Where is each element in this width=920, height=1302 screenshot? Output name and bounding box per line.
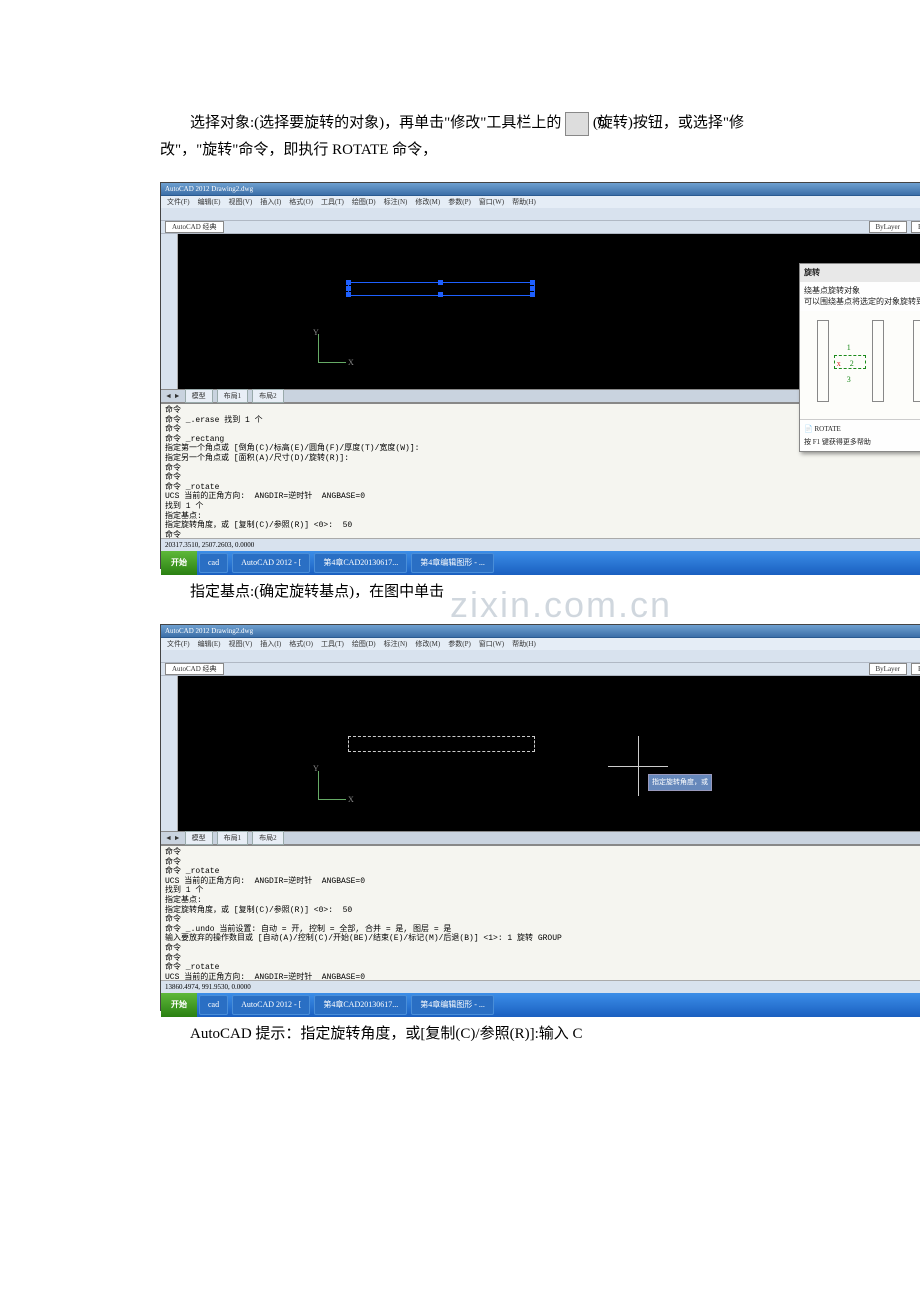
standard-toolbar	[161, 208, 920, 221]
paragraph-1: 选择对象:(选择要旋转的对象)，再单击"修改"工具栏上的 ↻ (旋转)按钮，或选…	[160, 110, 760, 164]
menu-tools[interactable]: 工具(T)	[321, 196, 344, 209]
bylayer-combo-1[interactable]: ByLayer	[869, 221, 908, 233]
menu-bar: 文件(F) 编辑(E) 视图(V) 插入(I) 格式(O) 工具(T) 绘图(D…	[161, 196, 920, 208]
tab-model[interactable]: 模型	[185, 831, 213, 846]
menu-dim[interactable]: 标注(N)	[384, 638, 408, 651]
tab-layout1[interactable]: 布局1	[217, 389, 249, 404]
drawing-canvas[interactable]: 指定旋转角度，或 Y X	[161, 676, 920, 831]
menu-file[interactable]: 文件(F)	[167, 196, 190, 209]
app-title: AutoCAD 2012 Drawing2.dwg	[165, 625, 253, 638]
taskbar-item[interactable]: cad	[199, 553, 228, 573]
taskbar-item[interactable]: AutoCAD 2012 - [	[232, 995, 310, 1015]
menu-tools[interactable]: 工具(T)	[321, 638, 344, 651]
menu-view[interactable]: 视图(V)	[229, 196, 253, 209]
start-button[interactable]: 开始	[161, 993, 197, 1017]
menu-modify[interactable]: 修改(M)	[415, 638, 440, 651]
menu-modify[interactable]: 修改(M)	[415, 196, 440, 209]
tooltip-cmd: ROTATE	[814, 425, 840, 433]
rotate-icon: ↻	[565, 112, 589, 136]
menu-edit[interactable]: 编辑(E)	[198, 638, 221, 651]
menu-help[interactable]: 帮助(H)	[512, 638, 536, 651]
tooltip-subtitle: 绕基点旋转对象	[804, 286, 920, 296]
taskbar-item[interactable]: AutoCAD 2012 - [	[232, 553, 310, 573]
title-bar: AutoCAD 2012 Drawing2.dwg	[161, 625, 920, 638]
menu-param[interactable]: 参数(P)	[448, 638, 471, 651]
workspace-combo[interactable]: AutoCAD 经典	[165, 663, 224, 675]
bylayer-combo[interactable]: ByLayer	[911, 663, 920, 675]
menu-view[interactable]: 视图(V)	[229, 638, 253, 651]
menu-param[interactable]: 参数(P)	[448, 196, 471, 209]
status-bar: 13860.4974, 991.9530, 0.0000	[161, 980, 920, 993]
menu-draw[interactable]: 绘图(D)	[352, 196, 376, 209]
bylayer-combo-2[interactable]: ByLayer	[911, 221, 920, 233]
layer-toolbar: AutoCAD 经典 ByLayer ByLayer ByLayer	[161, 663, 920, 676]
menu-window[interactable]: 窗口(W)	[479, 638, 504, 651]
menu-insert[interactable]: 插入(I)	[260, 638, 281, 651]
screenshot-2: AutoCAD 2012 Drawing2.dwg 文件(F) 编辑(E) 视图…	[160, 624, 920, 1011]
workspace-combo[interactable]: AutoCAD 经典	[165, 221, 224, 233]
coords-readout: 20317.3510, 2507.2603, 0.0000	[165, 539, 254, 552]
command-window[interactable]: 命令 命令 命令 _rotate UCS 当前的正角方向: ANGDIR=逆时针…	[161, 844, 920, 980]
tab-layout2[interactable]: 布局2	[252, 389, 284, 404]
tab-model[interactable]: 模型	[185, 389, 213, 404]
bylayer-combo[interactable]: ByLayer	[869, 663, 908, 675]
grip-icon[interactable]	[346, 286, 351, 291]
axis-y-label: Y	[313, 762, 319, 776]
layer-toolbar: AutoCAD 经典 ByLayer ByLayer ByLayer	[161, 221, 920, 234]
tooltip-diagram: 1 2 x 3	[800, 311, 920, 419]
grip-icon[interactable]	[438, 280, 443, 285]
taskbar-item[interactable]: 第4章编辑图形 - ...	[411, 553, 494, 573]
axis-x-label: X	[348, 356, 354, 370]
menu-format[interactable]: 格式(O)	[289, 638, 313, 651]
menu-format[interactable]: 格式(O)	[289, 196, 313, 209]
draw-toolbar	[161, 676, 178, 831]
status-bar: 20317.3510, 2507.2603, 0.0000	[161, 538, 920, 551]
draw-toolbar	[161, 234, 178, 389]
menu-help[interactable]: 帮助(H)	[512, 196, 536, 209]
paragraph-2: 指定基点:(确定旋转基点)，在图中单击	[190, 584, 444, 600]
grip-icon[interactable]	[346, 292, 351, 297]
tab-layout1[interactable]: 布局1	[217, 831, 249, 846]
tab-layout2[interactable]: 布局2	[252, 831, 284, 846]
rotate-tooltip: 旋转 绕基点旋转对象 可以围绕基点将选定的对象旋转到一个绝对的角度。 1 2 x…	[799, 263, 920, 452]
selected-rectangle-dashed	[348, 736, 535, 752]
menu-draw[interactable]: 绘图(D)	[352, 638, 376, 651]
menu-edit[interactable]: 编辑(E)	[198, 196, 221, 209]
windows-taskbar: 开始 cad AutoCAD 2012 - [ 第4章CAD20130617..…	[161, 993, 920, 1017]
menu-insert[interactable]: 插入(I)	[260, 196, 281, 209]
standard-toolbar	[161, 650, 920, 663]
grip-icon[interactable]	[530, 280, 535, 285]
taskbar-item[interactable]: 第4章CAD20130617...	[314, 553, 407, 573]
start-button[interactable]: 开始	[161, 551, 197, 575]
menu-file[interactable]: 文件(F)	[167, 638, 190, 651]
taskbar-item[interactable]: 第4章编辑图形 - ...	[411, 995, 494, 1015]
navigation-widget[interactable]	[915, 680, 920, 787]
axis-y-label: Y	[313, 326, 319, 340]
windows-taskbar: 开始 cad AutoCAD 2012 - [ 第4章CAD20130617..…	[161, 551, 920, 575]
taskbar-item[interactable]: 第4章CAD20130617...	[314, 995, 407, 1015]
screenshot-1: AutoCAD 2012 Drawing2.dwg 文件(F) 编辑(E) 视图…	[160, 182, 920, 569]
taskbar-item[interactable]: cad	[199, 995, 228, 1015]
coords-readout: 13860.4974, 991.9530, 0.0000	[165, 981, 251, 994]
menu-dim[interactable]: 标注(N)	[384, 196, 408, 209]
tooltip-desc: 可以围绕基点将选定的对象旋转到一个绝对的角度。	[804, 297, 920, 307]
axis-x-label: X	[348, 793, 354, 807]
app-title: AutoCAD 2012 Drawing2.dwg	[165, 183, 253, 196]
grip-icon[interactable]	[530, 286, 535, 291]
tooltip-title: 旋转	[800, 264, 920, 282]
title-bar: AutoCAD 2012 Drawing2.dwg	[161, 183, 920, 196]
grip-icon[interactable]	[530, 292, 535, 297]
layout-tabs: ◄ ► 模型 布局1 布局2	[161, 831, 920, 844]
paragraph-3: AutoCAD 提示：指定旋转角度，或[复制(C)/参照(R)]:输入 C	[160, 1021, 760, 1048]
dynamic-input-tooltip[interactable]: 指定旋转角度，或	[648, 774, 712, 791]
grip-icon[interactable]	[438, 292, 443, 297]
menu-window[interactable]: 窗口(W)	[479, 196, 504, 209]
menu-bar: 文件(F) 编辑(E) 视图(V) 插入(I) 格式(O) 工具(T) 绘图(D…	[161, 638, 920, 650]
grip-icon[interactable]	[346, 280, 351, 285]
tooltip-help: 按 F1 键获得更多帮助	[804, 436, 920, 449]
para1-text-a: 选择对象:(选择要旋转的对象)，再单击"修改"工具栏上的	[190, 115, 561, 131]
